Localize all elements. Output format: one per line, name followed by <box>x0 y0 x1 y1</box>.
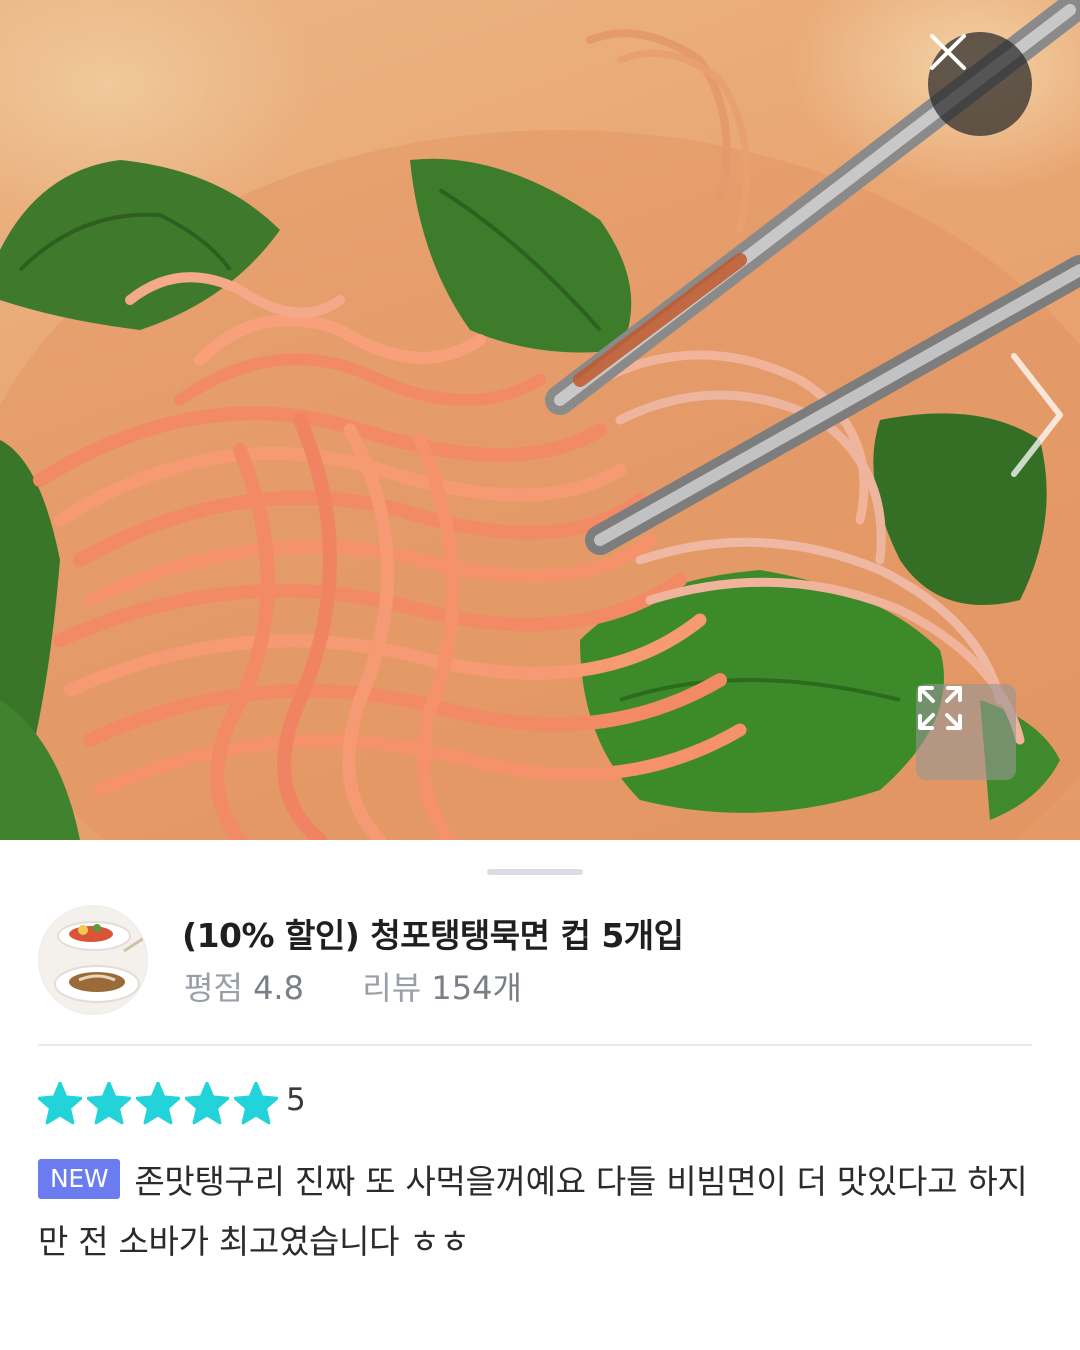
star-rating <box>38 1082 283 1126</box>
star-icon <box>38 1082 82 1125</box>
sheet-drag-handle[interactable] <box>487 869 583 875</box>
review-photo[interactable] <box>0 0 1080 840</box>
next-photo-button[interactable] <box>1000 350 1070 480</box>
review-text: 존맛탱구리 진짜 또 사먹을꺼예요 다들 비빔면이 더 맛있다고 하지만 전 소… <box>38 1162 1028 1261</box>
expand-button[interactable] <box>916 684 1016 780</box>
close-icon <box>930 34 966 70</box>
product-meta: 평점 4.8 리뷰 154개 <box>184 963 522 1009</box>
product-summary[interactable]: (10% 할인) 청포탱탱묵면 컵 5개입 평점 4.8 리뷰 154개 <box>38 905 1038 1015</box>
divider <box>38 1044 1032 1046</box>
product-title[interactable]: (10% 할인) 청포탱탱묵면 컵 5개입 <box>182 909 684 957</box>
product-thumbnail-image <box>39 906 147 1014</box>
review-score: 5 <box>286 1082 306 1118</box>
star-icon <box>87 1082 131 1125</box>
review-rating: 5 <box>38 1082 306 1126</box>
review-body: NEW 존맛탱구리 진짜 또 사먹을꺼예요 다들 비빔면이 더 맛있다고 하지만 … <box>38 1152 1038 1272</box>
chevron-right-icon <box>1011 353 1063 477</box>
expand-icon <box>918 686 962 730</box>
product-thumbnail[interactable] <box>38 905 148 1015</box>
star-icon <box>185 1082 229 1125</box>
rating-label: 평점 <box>184 969 243 1007</box>
review-count: 154개 <box>431 969 522 1007</box>
new-badge: NEW <box>38 1159 121 1199</box>
review-label: 리뷰 <box>362 969 422 1007</box>
close-button[interactable] <box>928 32 1032 136</box>
star-icon <box>234 1082 278 1125</box>
star-icon <box>136 1082 180 1125</box>
rating-value: 4.8 <box>253 969 304 1007</box>
